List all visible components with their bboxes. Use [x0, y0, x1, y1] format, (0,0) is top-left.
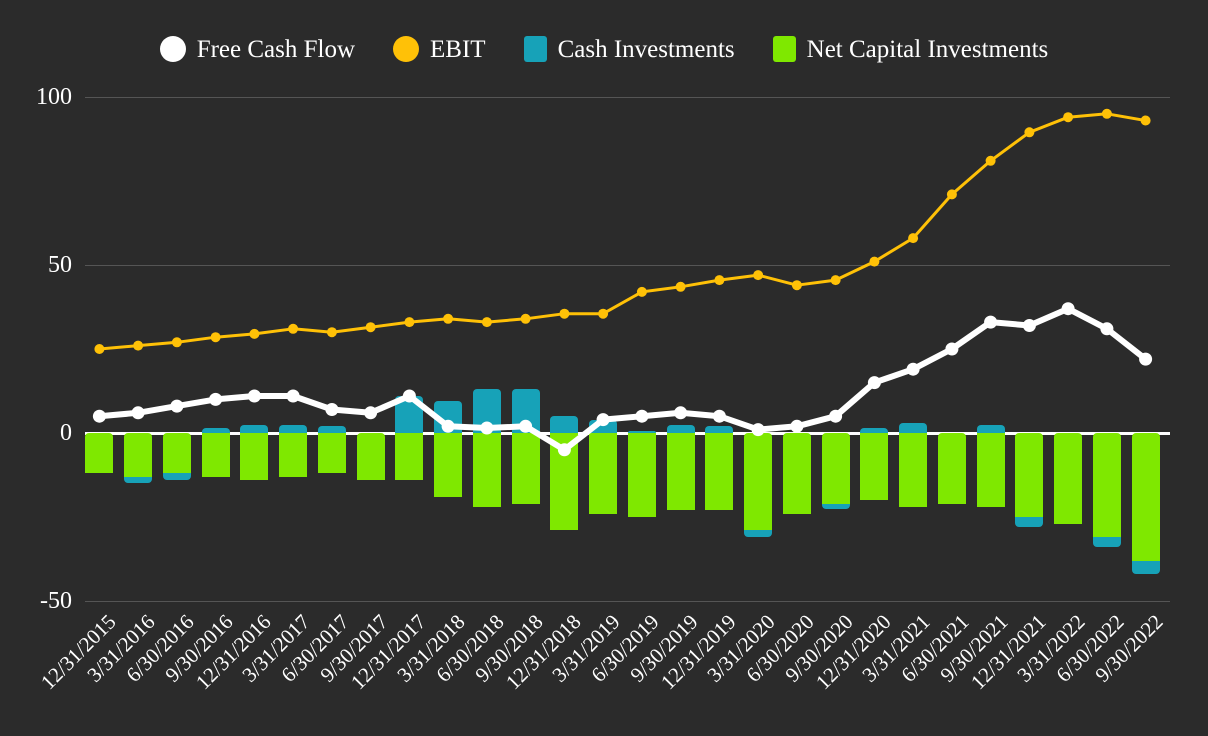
- data-point-free-cash-flow[interactable]: [286, 389, 300, 403]
- y-axis-tick-label: 100: [36, 84, 72, 110]
- data-point-ebit[interactable]: [753, 270, 764, 281]
- data-point-free-cash-flow[interactable]: [945, 342, 959, 356]
- data-point-ebit[interactable]: [288, 323, 299, 334]
- data-point-free-cash-flow[interactable]: [170, 399, 184, 413]
- chart-legend: Free Cash Flow EBIT Cash Investments Net Ca…: [0, 24, 1208, 74]
- legend-swatch-ebit-icon: [393, 36, 420, 62]
- legend-item-free-cash-flow[interactable]: Free Cash Flow: [159, 35, 356, 63]
- data-point-free-cash-flow[interactable]: [867, 376, 881, 390]
- data-point-ebit[interactable]: [171, 337, 182, 348]
- legend-swatch-free-cash-flow-icon: [159, 36, 186, 62]
- data-point-free-cash-flow[interactable]: [829, 409, 843, 423]
- data-point-ebit[interactable]: [326, 327, 337, 338]
- data-point-ebit[interactable]: [946, 189, 957, 200]
- data-point-ebit[interactable]: [714, 275, 725, 286]
- data-point-ebit[interactable]: [636, 286, 647, 297]
- data-point-ebit[interactable]: [598, 308, 609, 319]
- line-ebit: [97, 112, 1148, 351]
- data-point-free-cash-flow[interactable]: [247, 389, 261, 403]
- legend-label: Cash Investments: [557, 35, 735, 63]
- data-point-ebit[interactable]: [791, 280, 802, 291]
- legend-item-cash-investments[interactable]: Cash Investments: [523, 35, 735, 63]
- data-point-ebit[interactable]: [404, 317, 415, 328]
- data-point-ebit[interactable]: [210, 332, 221, 343]
- data-point-free-cash-flow[interactable]: [712, 409, 726, 423]
- data-point-free-cash-flow[interactable]: [1100, 322, 1114, 336]
- line-series-layer: [92, 108, 1153, 457]
- x-axis-labels: 12/31/2015 3/31/2016 6/30/2016 9/30/2016 12/…: [0, 601, 1208, 736]
- legend-swatch-net-capital-investments-icon: [772, 36, 796, 62]
- data-point-free-cash-flow[interactable]: [751, 423, 765, 437]
- data-point-ebit[interactable]: [443, 313, 454, 324]
- y-axis-tick-label: 0: [60, 420, 72, 446]
- data-point-free-cash-flow[interactable]: [480, 421, 494, 435]
- data-point-ebit[interactable]: [520, 313, 531, 324]
- data-point-ebit[interactable]: [869, 256, 880, 267]
- data-point-ebit[interactable]: [830, 275, 841, 286]
- plot-area: [85, 97, 1170, 602]
- data-point-free-cash-flow[interactable]: [557, 443, 571, 457]
- data-point-free-cash-flow[interactable]: [325, 403, 339, 416]
- data-point-ebit[interactable]: [908, 233, 919, 244]
- data-point-ebit[interactable]: [1063, 112, 1074, 123]
- data-point-ebit[interactable]: [675, 281, 686, 292]
- legend-label: Net Capital Investments: [806, 35, 1049, 63]
- data-point-ebit[interactable]: [1140, 115, 1151, 126]
- data-point-free-cash-flow[interactable]: [1022, 319, 1036, 332]
- data-point-ebit[interactable]: [249, 328, 260, 339]
- y-axis-tick-label: 50: [48, 252, 72, 278]
- data-point-free-cash-flow[interactable]: [402, 389, 416, 403]
- data-point-free-cash-flow[interactable]: [131, 406, 145, 420]
- data-point-ebit[interactable]: [94, 344, 105, 354]
- data-point-free-cash-flow[interactable]: [635, 409, 649, 423]
- data-point-free-cash-flow[interactable]: [674, 406, 688, 420]
- data-point-free-cash-flow[interactable]: [441, 419, 455, 433]
- data-point-ebit[interactable]: [1024, 127, 1035, 138]
- data-point-ebit[interactable]: [1101, 108, 1112, 119]
- legend-label: Free Cash Flow: [196, 35, 356, 63]
- legend-item-ebit[interactable]: EBIT: [393, 36, 486, 62]
- data-point-ebit[interactable]: [133, 340, 144, 351]
- data-point-free-cash-flow[interactable]: [790, 419, 804, 433]
- legend-label: EBIT: [430, 35, 486, 63]
- legend-swatch-cash-investments-icon: [523, 36, 547, 62]
- data-point-free-cash-flow[interactable]: [364, 406, 378, 420]
- data-point-free-cash-flow[interactable]: [1139, 352, 1153, 366]
- data-point-free-cash-flow[interactable]: [984, 315, 998, 329]
- data-point-ebit[interactable]: [985, 155, 996, 166]
- data-point-ebit[interactable]: [559, 308, 570, 319]
- legend-item-net-capital-investments[interactable]: Net Capital Investments: [772, 35, 1049, 63]
- data-point-free-cash-flow[interactable]: [209, 392, 223, 406]
- data-point-free-cash-flow[interactable]: [519, 419, 533, 433]
- data-point-free-cash-flow[interactable]: [1061, 302, 1075, 316]
- data-point-free-cash-flow[interactable]: [906, 362, 920, 376]
- data-point-ebit[interactable]: [481, 317, 492, 328]
- data-point-free-cash-flow[interactable]: [92, 409, 106, 423]
- data-point-ebit[interactable]: [365, 322, 376, 333]
- data-point-free-cash-flow[interactable]: [596, 413, 610, 427]
- financial-chart: Free Cash Flow EBIT Cash Investments Net Ca…: [0, 0, 1208, 736]
